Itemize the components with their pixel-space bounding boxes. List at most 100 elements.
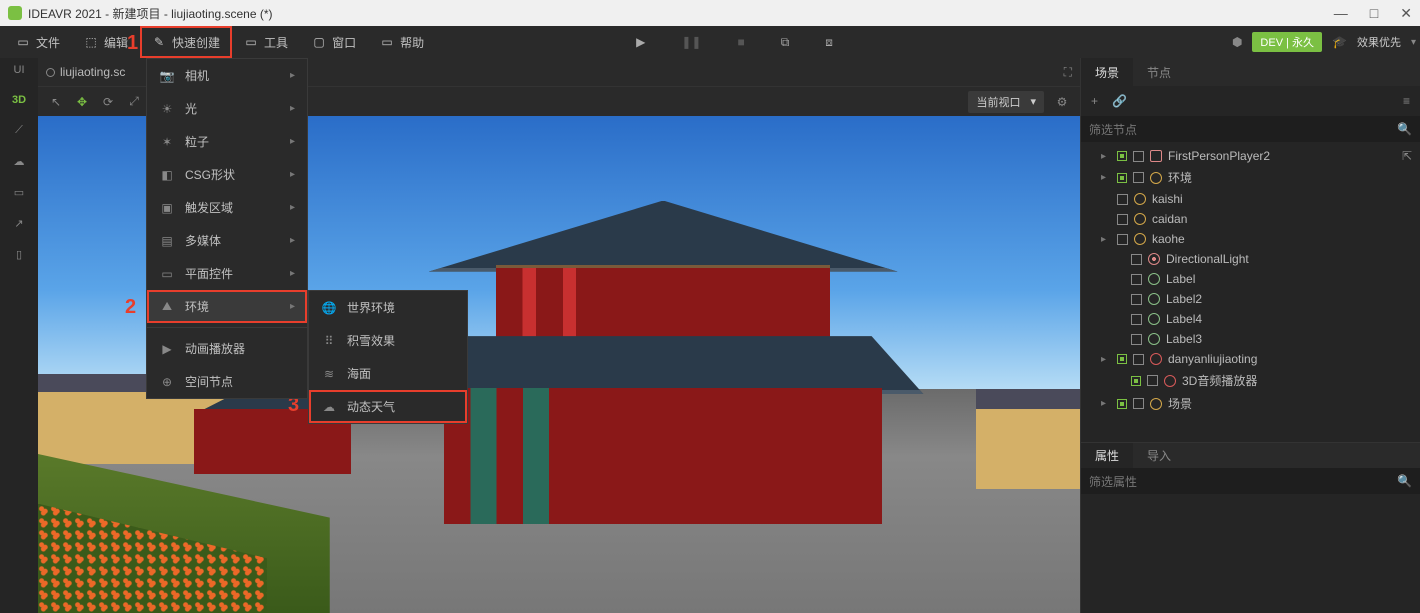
rail-tool-1[interactable]: ⟋	[15, 124, 23, 137]
link-icon[interactable]: 🔗	[1112, 94, 1127, 108]
menu-file[interactable]: ▭文件	[4, 26, 72, 58]
visibility-checkbox[interactable]	[1131, 314, 1142, 325]
tree-item[interactable]: Label3	[1081, 329, 1420, 349]
tree-toggle-icon[interactable]: ▸	[1101, 234, 1111, 245]
maximize-button[interactable]: □	[1370, 5, 1378, 22]
visibility-checkbox[interactable]	[1133, 354, 1144, 365]
graduation-icon[interactable]: 🎓	[1332, 35, 1347, 49]
menu-item-ocean[interactable]: ≋海面	[309, 357, 467, 390]
visibility-checkbox[interactable]	[1117, 234, 1128, 245]
rail-3d[interactable]: 3D	[12, 94, 26, 106]
tab-node[interactable]: 节点	[1133, 58, 1185, 86]
open-script-icon[interactable]: ⇱	[1402, 149, 1412, 163]
current-viewport-dropdown[interactable]: 当前视口▾	[968, 91, 1044, 113]
visibility-checkbox[interactable]	[1117, 214, 1128, 225]
menu-item-csg[interactable]: ◧CSG形状▸	[147, 158, 307, 191]
tree-item[interactable]: DirectionalLight	[1081, 249, 1420, 269]
tree-toggle-icon[interactable]: ▸	[1101, 354, 1111, 365]
menu-edit[interactable]: ⬚编辑	[72, 26, 140, 58]
menu-item-spatial-node[interactable]: ⊕空间节点	[147, 365, 307, 398]
tab-scene[interactable]: 场景	[1081, 58, 1133, 86]
menu-item-animation-player[interactable]: ▶动画播放器	[147, 332, 307, 365]
window-icon: ▢	[312, 35, 326, 49]
hamburger-icon[interactable]: ≡	[1403, 94, 1410, 108]
menu-quick-create[interactable]: ✎快速创建	[140, 26, 232, 58]
rail-tool-5[interactable]: ▯	[16, 248, 22, 261]
menu-item-dynamic-weather[interactable]: ☁动态天气	[309, 390, 467, 423]
menu-item-light[interactable]: ☀光▸	[147, 92, 307, 125]
visibility-checkbox[interactable]	[1131, 334, 1142, 345]
scene-tab[interactable]: liujiaoting.sc	[46, 65, 125, 79]
tree-item[interactable]: ▸kaohe	[1081, 229, 1420, 249]
play-button[interactable]: ▶	[636, 35, 645, 49]
chevron-down-icon: ▾	[1411, 37, 1416, 48]
pause-button[interactable]: ❚❚	[681, 35, 701, 49]
effect-priority[interactable]: 效果优先	[1357, 34, 1401, 50]
tree-item[interactable]: kaishi	[1081, 189, 1420, 209]
tree-item[interactable]: 3D音频播放器	[1081, 369, 1420, 392]
tree-item[interactable]: ▸场景	[1081, 392, 1420, 415]
rail-tool-4[interactable]: ↗	[14, 217, 23, 230]
scale-tool[interactable]: ⤢	[124, 92, 144, 112]
move-tool[interactable]: ✥	[72, 92, 92, 112]
multimedia-icon: ▤	[159, 233, 175, 249]
tree-item[interactable]: Label	[1081, 269, 1420, 289]
minimize-button[interactable]: —	[1334, 5, 1348, 22]
visibility-checkbox[interactable]	[1133, 151, 1144, 162]
node-type-icon	[1134, 193, 1146, 205]
tree-item[interactable]: Label4	[1081, 309, 1420, 329]
html5-icon[interactable]: ⬢	[1232, 35, 1242, 49]
node-filter-input[interactable]: 筛选节点 🔍	[1081, 116, 1420, 142]
node-type-icon	[1150, 353, 1162, 365]
clapper-icon[interactable]: ⧈	[825, 35, 833, 50]
rotate-tool[interactable]: ⟳	[98, 92, 118, 112]
wall-right	[976, 389, 1080, 488]
menu-item-multimedia[interactable]: ▤多媒体▸	[147, 224, 307, 257]
visibility-checkbox[interactable]	[1131, 274, 1142, 285]
tree-item[interactable]: ▸danyanliujiaoting	[1081, 349, 1420, 369]
visibility-checkbox[interactable]	[1133, 398, 1144, 409]
right-panel: 场景 节点 + 🔗 ≡ 筛选节点 🔍 ▸FirstPersonPlayer2⇱▸…	[1080, 58, 1420, 613]
instance-badge-icon	[1117, 151, 1127, 161]
stop-button[interactable]: ■	[737, 35, 744, 49]
menu-help[interactable]: ▭帮助	[368, 26, 436, 58]
menu-tools[interactable]: ▭工具	[232, 26, 300, 58]
visibility-checkbox[interactable]	[1147, 375, 1158, 386]
menu-item-flat-widget[interactable]: ▭平面控件▸	[147, 257, 307, 290]
tree-toggle-icon[interactable]: ▸	[1101, 172, 1111, 183]
node-type-icon	[1148, 313, 1160, 325]
menu-item-camera[interactable]: 📷相机▸	[147, 59, 307, 92]
menu-item-snow[interactable]: ⠿积雪效果	[309, 324, 467, 357]
tree-item[interactable]: ▸FirstPersonPlayer2⇱	[1081, 146, 1420, 166]
visibility-checkbox[interactable]	[1131, 254, 1142, 265]
menu-window[interactable]: ▢窗口	[300, 26, 368, 58]
record-button[interactable]: ⧉	[781, 35, 790, 50]
tree-item[interactable]: ▸环境	[1081, 166, 1420, 189]
visibility-checkbox[interactable]	[1131, 294, 1142, 305]
tab-import[interactable]: 导入	[1133, 443, 1185, 468]
menu-bar: ▭文件 ⬚编辑 ✎快速创建 ▭工具 ▢窗口 ▭帮助 ▶ ❚❚ ■ ⧉ ⧈ ⬢ D…	[0, 26, 1420, 58]
settings-icon[interactable]: ⚙	[1052, 92, 1072, 112]
menu-item-particle[interactable]: ✶粒子▸	[147, 125, 307, 158]
expand-icon[interactable]: ⛶	[1064, 65, 1072, 80]
rail-tool-3[interactable]: ▭	[14, 186, 24, 199]
menu-item-world-env[interactable]: 🌐世界环境	[309, 291, 467, 324]
node-type-icon	[1150, 172, 1162, 184]
instance-badge-icon	[1117, 354, 1127, 364]
tree-toggle-icon[interactable]: ▸	[1101, 398, 1111, 409]
menu-item-environment[interactable]: ⛰环境▸	[147, 290, 307, 323]
tree-item[interactable]: caidan	[1081, 209, 1420, 229]
menu-item-trigger[interactable]: ▣触发区域▸	[147, 191, 307, 224]
tree-item[interactable]: Label2	[1081, 289, 1420, 309]
rail-ui[interactable]: UI	[14, 64, 25, 76]
visibility-checkbox[interactable]	[1133, 172, 1144, 183]
add-node-button[interactable]: +	[1091, 94, 1098, 108]
close-button[interactable]: ✕	[1400, 5, 1412, 22]
tree-toggle-icon[interactable]: ▸	[1101, 151, 1111, 162]
visibility-checkbox[interactable]	[1117, 194, 1128, 205]
cursor-tool[interactable]: ↖	[46, 92, 66, 112]
node-type-icon	[1148, 333, 1160, 345]
rail-tool-2[interactable]: ☁	[14, 155, 25, 168]
property-filter-input[interactable]: 筛选属性 🔍	[1081, 468, 1420, 494]
tab-properties[interactable]: 属性	[1081, 443, 1133, 468]
